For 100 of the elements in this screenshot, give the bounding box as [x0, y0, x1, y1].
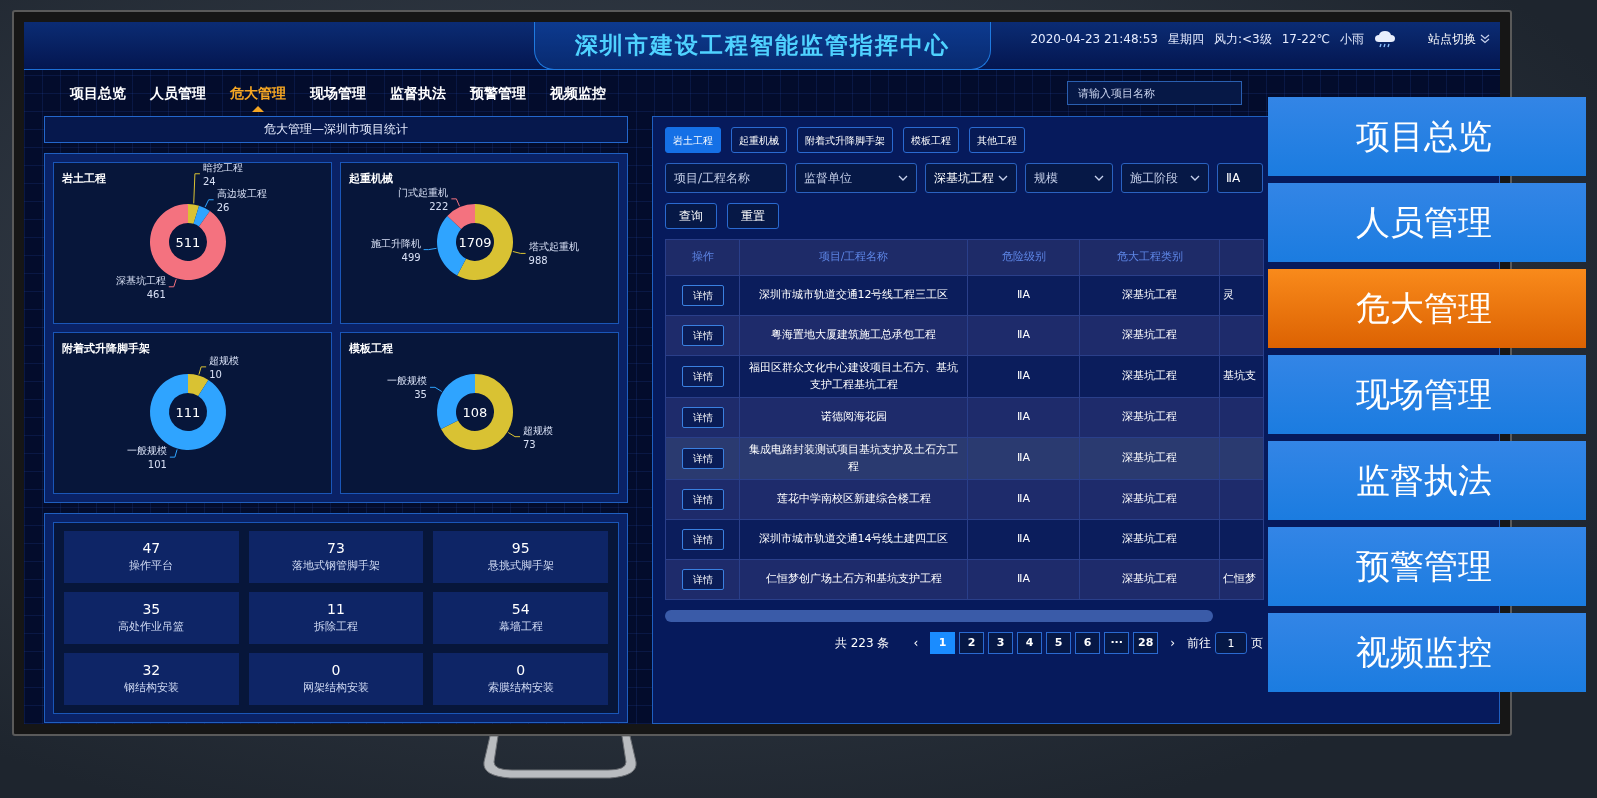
stat-value: 54 — [511, 600, 530, 618]
details-button[interactable]: 详情 — [681, 489, 724, 510]
page-button[interactable]: 28 — [1133, 632, 1159, 654]
page-button[interactable]: 5 — [1046, 632, 1072, 654]
page-button[interactable]: 2 — [959, 632, 985, 654]
leader-line — [450, 198, 460, 207]
stat-value: 95 — [511, 539, 530, 557]
total-value: 1709 — [458, 235, 492, 250]
leader-line — [507, 431, 521, 438]
table-cell: 深基坑工程 — [1079, 559, 1220, 600]
table-cell: 仁恒梦创广场土石方和基坑支护工程 — [739, 559, 968, 600]
nav-tab[interactable]: 人员管理 — [138, 78, 218, 108]
table-row[interactable]: 详情 仁恒梦创广场土石方和基坑支护工程 ⅡA 深基坑工程 仁恒梦 — [665, 559, 1264, 600]
table-row[interactable]: 详情 深圳市城市轨道交通12号线工程三工区 ⅡA 深基坑工程 灵 — [665, 275, 1264, 316]
table-row[interactable]: 详情 集成电路封装测试项目基坑支护及土石方工程 ⅡA 深基坑工程 — [665, 437, 1264, 480]
category-tab[interactable]: 起重机械 — [731, 127, 787, 153]
slice-name-label: 一般规模 — [387, 375, 427, 387]
table-cell: ⅡA — [967, 479, 1080, 520]
table-cell: ⅡA — [967, 397, 1080, 438]
category-tab[interactable]: 其他工程 — [969, 127, 1025, 153]
category-tab[interactable]: 模板工程 — [903, 127, 959, 153]
slice-name-label: 深基坑工程 — [115, 274, 166, 286]
total-value: 511 — [175, 235, 201, 250]
slice-name-label: 一般规模 — [126, 445, 167, 457]
next-page-button[interactable]: › — [1162, 632, 1183, 654]
category-tab[interactable]: 岩土工程 — [665, 127, 721, 153]
prev-page-button[interactable]: ‹ — [905, 632, 927, 654]
table-cell: ⅡA — [967, 275, 1080, 316]
category-tab[interactable]: 附着式升降脚手架 — [797, 127, 893, 153]
page-suffix-label: 页 — [1251, 635, 1263, 652]
name-input-field[interactable]: 项目/工程名称 — [665, 163, 787, 193]
horizontal-scrollbar[interactable] — [665, 610, 1213, 622]
page-button[interactable]: ··· — [1104, 632, 1130, 654]
details-button[interactable]: 详情 — [681, 366, 724, 387]
weather-text: 小雨 — [1340, 31, 1364, 48]
table-row[interactable]: 详情 福田区群众文化中心建设项目土石方、基坑支护工程基坑工程 ⅡA 深基坑工程 基坑支 — [665, 355, 1264, 398]
details-button[interactable]: 详情 — [681, 529, 724, 550]
query-button[interactable]: 查询 — [665, 203, 717, 229]
dropdown-field[interactable]: ⅡA — [1217, 163, 1263, 193]
chart-title: 附着式升降脚手架 — [62, 342, 150, 355]
nav-tab[interactable]: 现场管理 — [298, 78, 378, 108]
search-field[interactable]: 请输入项目名称 — [1067, 81, 1242, 105]
slice-value-label: 222 — [429, 200, 449, 212]
goto-label: 前往 — [1187, 635, 1211, 652]
leader-line — [198, 366, 207, 376]
slice-value-label: 24 — [202, 175, 216, 187]
side-menu-item[interactable]: 项目总览 — [1268, 97, 1586, 176]
stat-label: 幕墙工程 — [498, 619, 543, 635]
page-input-field[interactable]: 1 — [1215, 632, 1247, 654]
stat-value: 73 — [327, 539, 345, 557]
column-header: 危大工程类别 — [1079, 239, 1220, 276]
page-button[interactable]: 3 — [988, 632, 1014, 654]
leader-line — [169, 448, 178, 458]
nav-tab[interactable]: 项目总览 — [58, 78, 138, 108]
dropdown-field[interactable]: 监督单位 — [795, 163, 917, 193]
slice-name-label: 门式起重机 — [398, 186, 449, 198]
leader-line — [168, 278, 177, 288]
leader-line — [429, 386, 443, 393]
details-button[interactable]: 详情 — [681, 407, 724, 428]
table-row[interactable]: 详情 深圳市城市轨道交通14号线土建四工区 ⅡA 深基坑工程 — [665, 519, 1264, 560]
side-menu-item[interactable]: 现场管理 — [1268, 355, 1586, 434]
dropdown-field[interactable]: 深基坑工程 — [925, 163, 1017, 193]
table-row[interactable]: 详情 莲花中学南校区新建综合楼工程 ⅡA 深基坑工程 — [665, 479, 1264, 520]
nav-tab[interactable]: 视频监控 — [538, 78, 618, 108]
nav-tab[interactable]: 预警管理 — [458, 78, 538, 108]
details-button[interactable]: 详情 — [681, 569, 724, 590]
table-cell: 基坑支 — [1219, 355, 1264, 398]
side-menu-item[interactable]: 监督执法 — [1268, 441, 1586, 520]
stat-label: 网架结构安装 — [303, 680, 369, 696]
side-menu-item[interactable]: 预警管理 — [1268, 527, 1586, 606]
site-switch-button[interactable]: 站点切换 — [1428, 30, 1490, 48]
side-menu-item[interactable]: 视频监控 — [1268, 613, 1586, 692]
stat-value: 35 — [142, 600, 161, 618]
page-button[interactable]: 6 — [1075, 632, 1101, 654]
table-cell: 深基坑工程 — [1079, 519, 1220, 560]
table-cell: ⅡA — [967, 355, 1080, 398]
stat-value: 47 — [142, 539, 161, 557]
table-cell: 仁恒梦 — [1219, 559, 1264, 600]
details-button[interactable]: 详情 — [681, 448, 724, 469]
table-row[interactable]: 详情 粤海置地大厦建筑施工总承包工程 ⅡA 深基坑工程 — [665, 315, 1264, 356]
total-count-text: 共 223 条 — [834, 635, 890, 652]
weekday-text: 星期四 — [1167, 31, 1204, 48]
nav-tab[interactable]: 监督执法 — [378, 78, 458, 108]
page-button[interactable]: 4 — [1017, 632, 1043, 654]
slice-value-label: 10 — [209, 368, 222, 380]
caret-icon — [1094, 175, 1104, 181]
reset-button[interactable]: 重置 — [727, 203, 779, 229]
stat-value: 0 — [516, 661, 526, 679]
table-row[interactable]: 详情 诺德阅海花园 ⅡA 深基坑工程 — [665, 397, 1264, 438]
caret-icon — [898, 175, 908, 181]
details-button[interactable]: 详情 — [681, 285, 724, 306]
temperature-text: 17-22℃ — [1281, 31, 1330, 48]
slice-value-label: 101 — [147, 459, 167, 471]
dropdown-field[interactable]: 规模 — [1025, 163, 1113, 193]
dropdown-field[interactable]: 施工阶段 — [1121, 163, 1209, 193]
side-menu-item[interactable]: 人员管理 — [1268, 183, 1586, 262]
details-button[interactable]: 详情 — [681, 325, 724, 346]
stat-value: 11 — [327, 600, 345, 618]
leader-line — [423, 247, 437, 251]
table-cell: 深基坑工程 — [1079, 355, 1220, 398]
